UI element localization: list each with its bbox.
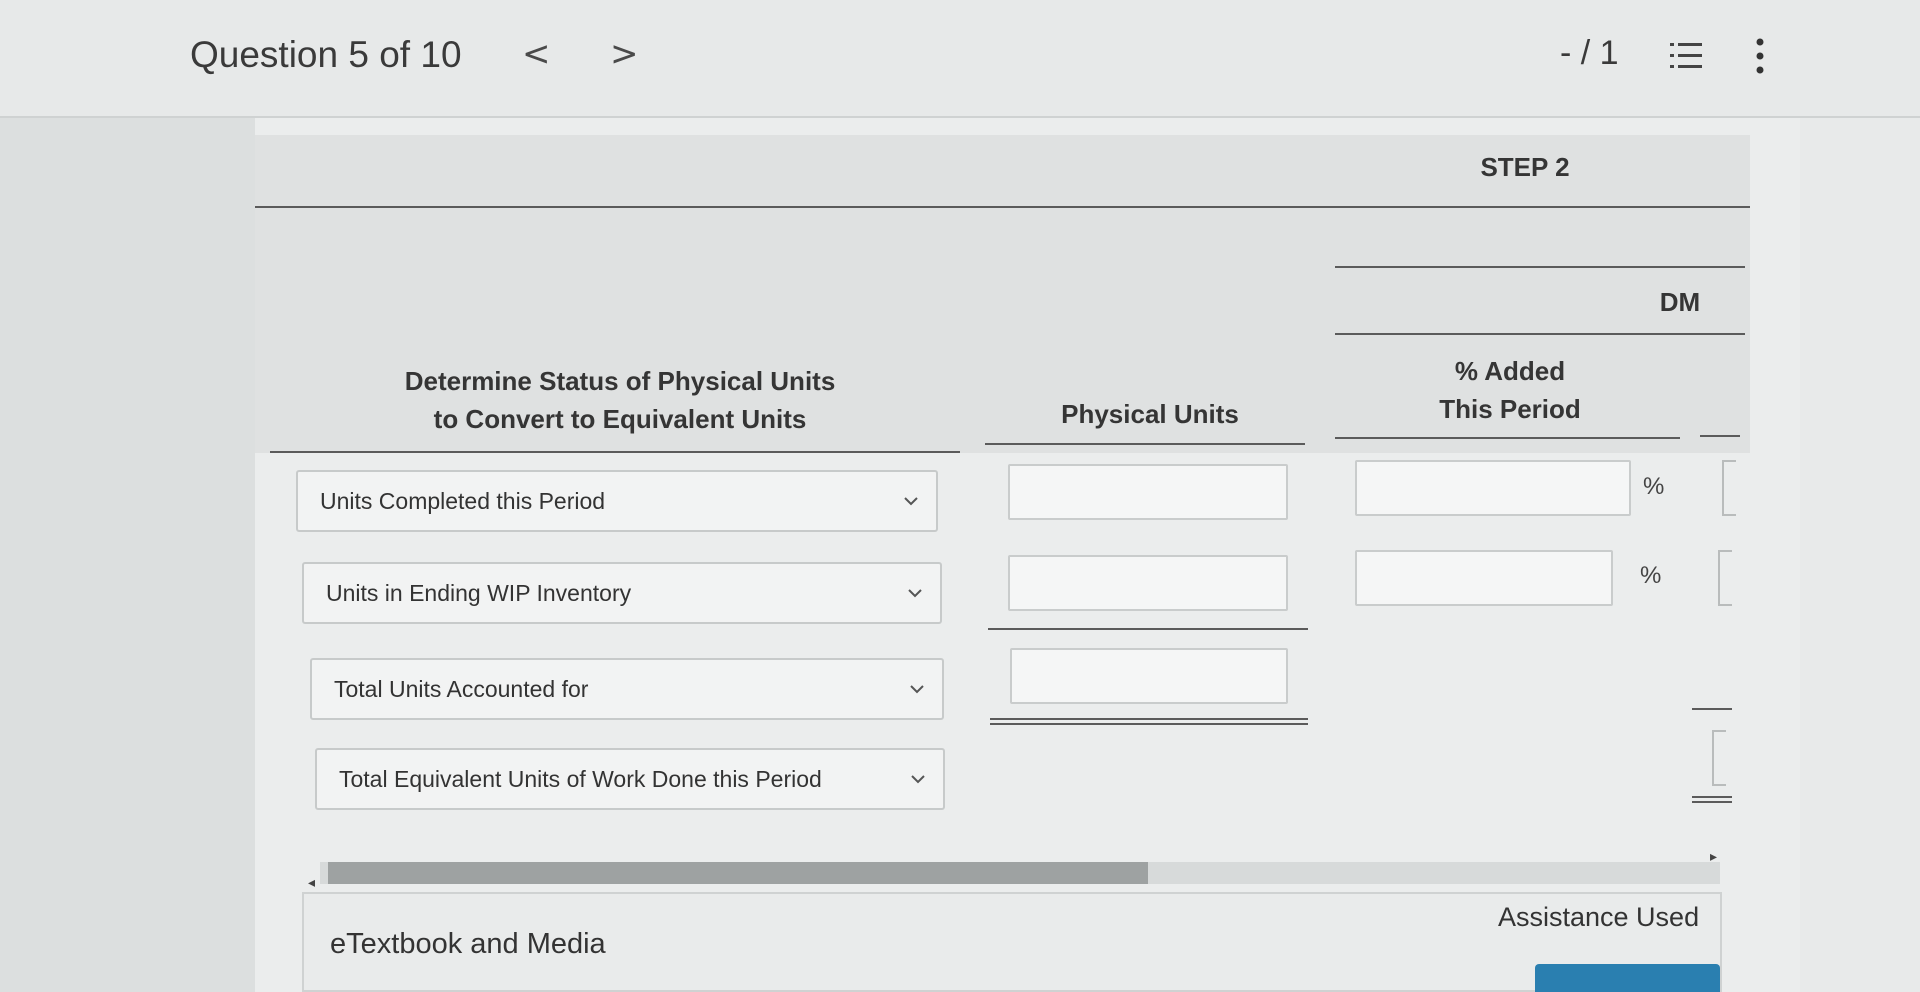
total-double-underline-1: [990, 718, 1308, 720]
scroll-right-icon[interactable]: ▸: [1710, 848, 1717, 865]
dm-label: DM: [1659, 287, 1701, 317]
status-header-line1: Determine Status of Physical Units: [404, 366, 836, 396]
pct-col-underline: [1335, 437, 1680, 439]
more-options-icon[interactable]: [1752, 36, 1768, 76]
physical-units-header: Physical Units: [1061, 399, 1239, 429]
subtotal-underline: [988, 628, 1308, 630]
left-gutter: [0, 118, 255, 992]
header-divider: [255, 206, 1750, 208]
horizontal-scrollbar-thumb[interactable]: [328, 862, 1148, 884]
chevron-down-icon: [910, 685, 924, 694]
row2-percent-sign: %: [1640, 562, 1662, 589]
extra-col-underline: [1700, 435, 1740, 437]
chevron-down-icon: [904, 497, 918, 506]
pct-header-line1: % Added: [1454, 356, 1566, 386]
etextbook-link[interactable]: eTextbook and Media: [330, 928, 606, 961]
submit-button[interactable]: [1535, 964, 1720, 992]
scroll-left-icon[interactable]: ◂: [308, 874, 315, 891]
row1-pct-added-input[interactable]: [1355, 460, 1631, 516]
row3-physical-units-input[interactable]: [1010, 648, 1288, 704]
row3-status-label: Total Units Accounted for: [334, 676, 589, 702]
row2-dm-input-edge[interactable]: [1718, 550, 1732, 606]
row2-status-label: Units in Ending WIP Inventory: [326, 580, 632, 606]
row2-physical-units-input[interactable]: [1008, 555, 1288, 611]
question-counter: Question 5 of 10: [190, 34, 462, 75]
assistance-used-label: Assistance Used: [1498, 902, 1700, 932]
dm-eq-double-underline-1: [1692, 796, 1732, 798]
row4-status-label: Total Equivalent Units of Work Done this…: [339, 766, 822, 792]
total-double-underline-2: [990, 723, 1308, 725]
row1-status-dropdown[interactable]: Units Completed this Period: [296, 470, 938, 532]
row1-dm-input-edge[interactable]: [1722, 460, 1736, 516]
row3-status-dropdown[interactable]: Total Units Accounted for: [310, 658, 944, 720]
status-column-header: Determine Status of Physical Units to Co…: [300, 362, 940, 438]
right-gutter: [1800, 118, 1920, 992]
status-col-underline: [270, 451, 960, 453]
row4-status-dropdown[interactable]: Total Equivalent Units of Work Done this…: [315, 748, 945, 810]
top-bar: Question 5 of 10 < > - / 1: [0, 0, 1920, 118]
score-display: - / 1: [1560, 34, 1619, 72]
row4-dm-input-edge[interactable]: [1712, 730, 1726, 786]
previous-question-button[interactable]: <: [522, 34, 551, 74]
step-label: STEP 2: [1480, 152, 1570, 182]
row1-status-label: Units Completed this Period: [320, 488, 606, 514]
row1-percent-sign: %: [1643, 473, 1665, 500]
physical-col-underline: [985, 443, 1305, 445]
pct-header-line2: This Period: [1439, 394, 1581, 424]
dm-bottom-divider: [1335, 333, 1745, 335]
dm-eq-double-underline-2: [1692, 801, 1732, 803]
row1-physical-units-input[interactable]: [1008, 464, 1288, 520]
chevron-down-icon: [908, 589, 922, 598]
dm-total-underline: [1692, 708, 1732, 710]
row2-pct-added-input[interactable]: [1355, 550, 1613, 606]
chevron-down-icon: [911, 775, 925, 784]
row2-status-dropdown[interactable]: Units in Ending WIP Inventory: [302, 562, 942, 624]
list-icon[interactable]: [1668, 38, 1704, 74]
pct-added-header: % Added This Period: [1380, 352, 1640, 428]
next-question-button[interactable]: >: [610, 34, 639, 74]
status-header-line2: to Convert to Equivalent Units: [433, 404, 807, 434]
dm-top-divider: [1335, 266, 1745, 268]
